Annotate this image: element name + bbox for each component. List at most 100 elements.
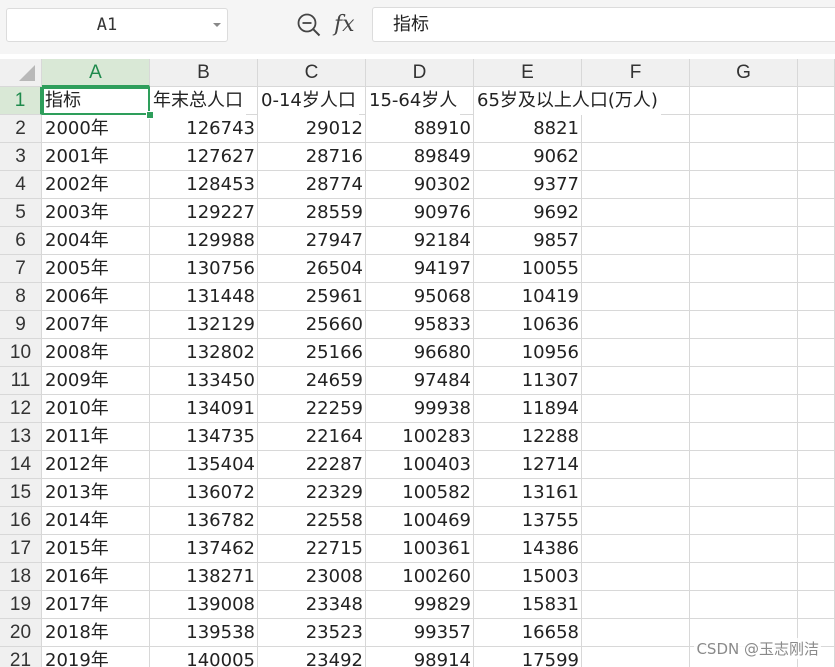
cell-C4[interactable]: 28774 bbox=[258, 171, 366, 199]
cell-C2[interactable]: 29012 bbox=[258, 115, 366, 143]
cell-E17[interactable]: 14386 bbox=[474, 535, 582, 563]
cell-B6[interactable]: 129988 bbox=[150, 227, 258, 255]
column-header-C[interactable]: C bbox=[258, 59, 366, 87]
zoom-out-icon[interactable] bbox=[296, 12, 322, 38]
row-header-21[interactable]: 21 bbox=[0, 647, 42, 667]
cell-D21[interactable]: 98914 bbox=[366, 647, 474, 667]
cell-B20[interactable]: 139538 bbox=[150, 619, 258, 647]
row-header-19[interactable]: 19 bbox=[0, 591, 42, 619]
column-header-F[interactable]: F bbox=[582, 59, 690, 87]
cell-D14[interactable]: 100403 bbox=[366, 451, 474, 479]
cell-A19[interactable]: 2017年 bbox=[42, 591, 112, 619]
cell-D7[interactable]: 94197 bbox=[366, 255, 474, 283]
cell-E13[interactable]: 12288 bbox=[474, 423, 582, 451]
cell-B9[interactable]: 132129 bbox=[150, 311, 258, 339]
cell-C14[interactable]: 22287 bbox=[258, 451, 366, 479]
cell-B7[interactable]: 130756 bbox=[150, 255, 258, 283]
cell-A12[interactable]: 2010年 bbox=[42, 395, 112, 423]
cell-E1[interactable]: 65岁及以上人口(万人) bbox=[474, 87, 661, 115]
cell-D9[interactable]: 95833 bbox=[366, 311, 474, 339]
cell-C16[interactable]: 22558 bbox=[258, 507, 366, 535]
cell-C11[interactable]: 24659 bbox=[258, 367, 366, 395]
row-header-3[interactable]: 3 bbox=[0, 143, 42, 171]
cell-B18[interactable]: 138271 bbox=[150, 563, 258, 591]
cell-C1[interactable]: 0-14岁人口 bbox=[258, 87, 359, 115]
row-header-1[interactable]: 1 bbox=[0, 87, 42, 115]
cell-A21[interactable]: 2019年 bbox=[42, 647, 112, 667]
cell-A5[interactable]: 2003年 bbox=[42, 199, 112, 227]
cell-A18[interactable]: 2016年 bbox=[42, 563, 112, 591]
cell-D4[interactable]: 90302 bbox=[366, 171, 474, 199]
cell-E6[interactable]: 9857 bbox=[474, 227, 582, 255]
cell-A16[interactable]: 2014年 bbox=[42, 507, 112, 535]
cell-E2[interactable]: 8821 bbox=[474, 115, 582, 143]
cell-D17[interactable]: 100361 bbox=[366, 535, 474, 563]
cell-D18[interactable]: 100260 bbox=[366, 563, 474, 591]
row-header-10[interactable]: 10 bbox=[0, 339, 42, 367]
row-header-8[interactable]: 8 bbox=[0, 283, 42, 311]
cell-C12[interactable]: 22259 bbox=[258, 395, 366, 423]
cell-E21[interactable]: 17599 bbox=[474, 647, 582, 667]
cell-D3[interactable]: 89849 bbox=[366, 143, 474, 171]
cell-E3[interactable]: 9062 bbox=[474, 143, 582, 171]
column-header-G[interactable]: G bbox=[690, 59, 798, 87]
cell-B15[interactable]: 136072 bbox=[150, 479, 258, 507]
row-header-2[interactable]: 2 bbox=[0, 115, 42, 143]
row-header-18[interactable]: 18 bbox=[0, 563, 42, 591]
cell-E10[interactable]: 10956 bbox=[474, 339, 582, 367]
cell-D8[interactable]: 95068 bbox=[366, 283, 474, 311]
column-header-overflow[interactable] bbox=[798, 59, 835, 87]
cell-C13[interactable]: 22164 bbox=[258, 423, 366, 451]
cell-A17[interactable]: 2015年 bbox=[42, 535, 112, 563]
cell-E5[interactable]: 9692 bbox=[474, 199, 582, 227]
cell-B1[interactable]: 年末总人口 bbox=[150, 87, 246, 115]
fx-icon[interactable]: fx bbox=[334, 10, 362, 40]
cell-A9[interactable]: 2007年 bbox=[42, 311, 112, 339]
name-box[interactable]: A1 bbox=[6, 8, 228, 42]
cell-D20[interactable]: 99357 bbox=[366, 619, 474, 647]
cell-C7[interactable]: 26504 bbox=[258, 255, 366, 283]
cell-D19[interactable]: 99829 bbox=[366, 591, 474, 619]
cell-C10[interactable]: 25166 bbox=[258, 339, 366, 367]
cell-C20[interactable]: 23523 bbox=[258, 619, 366, 647]
cell-D15[interactable]: 100582 bbox=[366, 479, 474, 507]
row-header-12[interactable]: 12 bbox=[0, 395, 42, 423]
cell-A15[interactable]: 2013年 bbox=[42, 479, 112, 507]
cell-A11[interactable]: 2009年 bbox=[42, 367, 112, 395]
row-header-4[interactable]: 4 bbox=[0, 171, 42, 199]
cell-D1[interactable]: 15-64岁人 bbox=[366, 87, 461, 115]
row-header-13[interactable]: 13 bbox=[0, 423, 42, 451]
row-header-11[interactable]: 11 bbox=[0, 367, 42, 395]
row-header-20[interactable]: 20 bbox=[0, 619, 42, 647]
cell-D5[interactable]: 90976 bbox=[366, 199, 474, 227]
cell-C3[interactable]: 28716 bbox=[258, 143, 366, 171]
cell-A4[interactable]: 2002年 bbox=[42, 171, 112, 199]
cell-B21[interactable]: 140005 bbox=[150, 647, 258, 667]
cell-area[interactable]: 17599 98914 23492 140005 2019年 16658 99357 2352… bbox=[42, 87, 835, 667]
cell-A3[interactable]: 2001年 bbox=[42, 143, 112, 171]
cell-B11[interactable]: 133450 bbox=[150, 367, 258, 395]
column-header-A[interactable]: A bbox=[42, 59, 150, 87]
cell-C5[interactable]: 28559 bbox=[258, 199, 366, 227]
cell-D6[interactable]: 92184 bbox=[366, 227, 474, 255]
chevron-down-icon[interactable] bbox=[211, 19, 223, 31]
cell-E11[interactable]: 11307 bbox=[474, 367, 582, 395]
cell-B13[interactable]: 134735 bbox=[150, 423, 258, 451]
cell-E9[interactable]: 10636 bbox=[474, 311, 582, 339]
cell-D10[interactable]: 96680 bbox=[366, 339, 474, 367]
row-header-9[interactable]: 9 bbox=[0, 311, 42, 339]
cell-D11[interactable]: 97484 bbox=[366, 367, 474, 395]
cell-A10[interactable]: 2008年 bbox=[42, 339, 112, 367]
column-header-E[interactable]: E bbox=[474, 59, 582, 87]
cell-A8[interactable]: 2006年 bbox=[42, 283, 112, 311]
cell-B2[interactable]: 126743 bbox=[150, 115, 258, 143]
cell-B10[interactable]: 132802 bbox=[150, 339, 258, 367]
row-header-5[interactable]: 5 bbox=[0, 199, 42, 227]
row-header-16[interactable]: 16 bbox=[0, 507, 42, 535]
cell-D16[interactable]: 100469 bbox=[366, 507, 474, 535]
cell-E14[interactable]: 12714 bbox=[474, 451, 582, 479]
cell-A20[interactable]: 2018年 bbox=[42, 619, 112, 647]
cell-B14[interactable]: 135404 bbox=[150, 451, 258, 479]
cell-B17[interactable]: 137462 bbox=[150, 535, 258, 563]
cell-E8[interactable]: 10419 bbox=[474, 283, 582, 311]
